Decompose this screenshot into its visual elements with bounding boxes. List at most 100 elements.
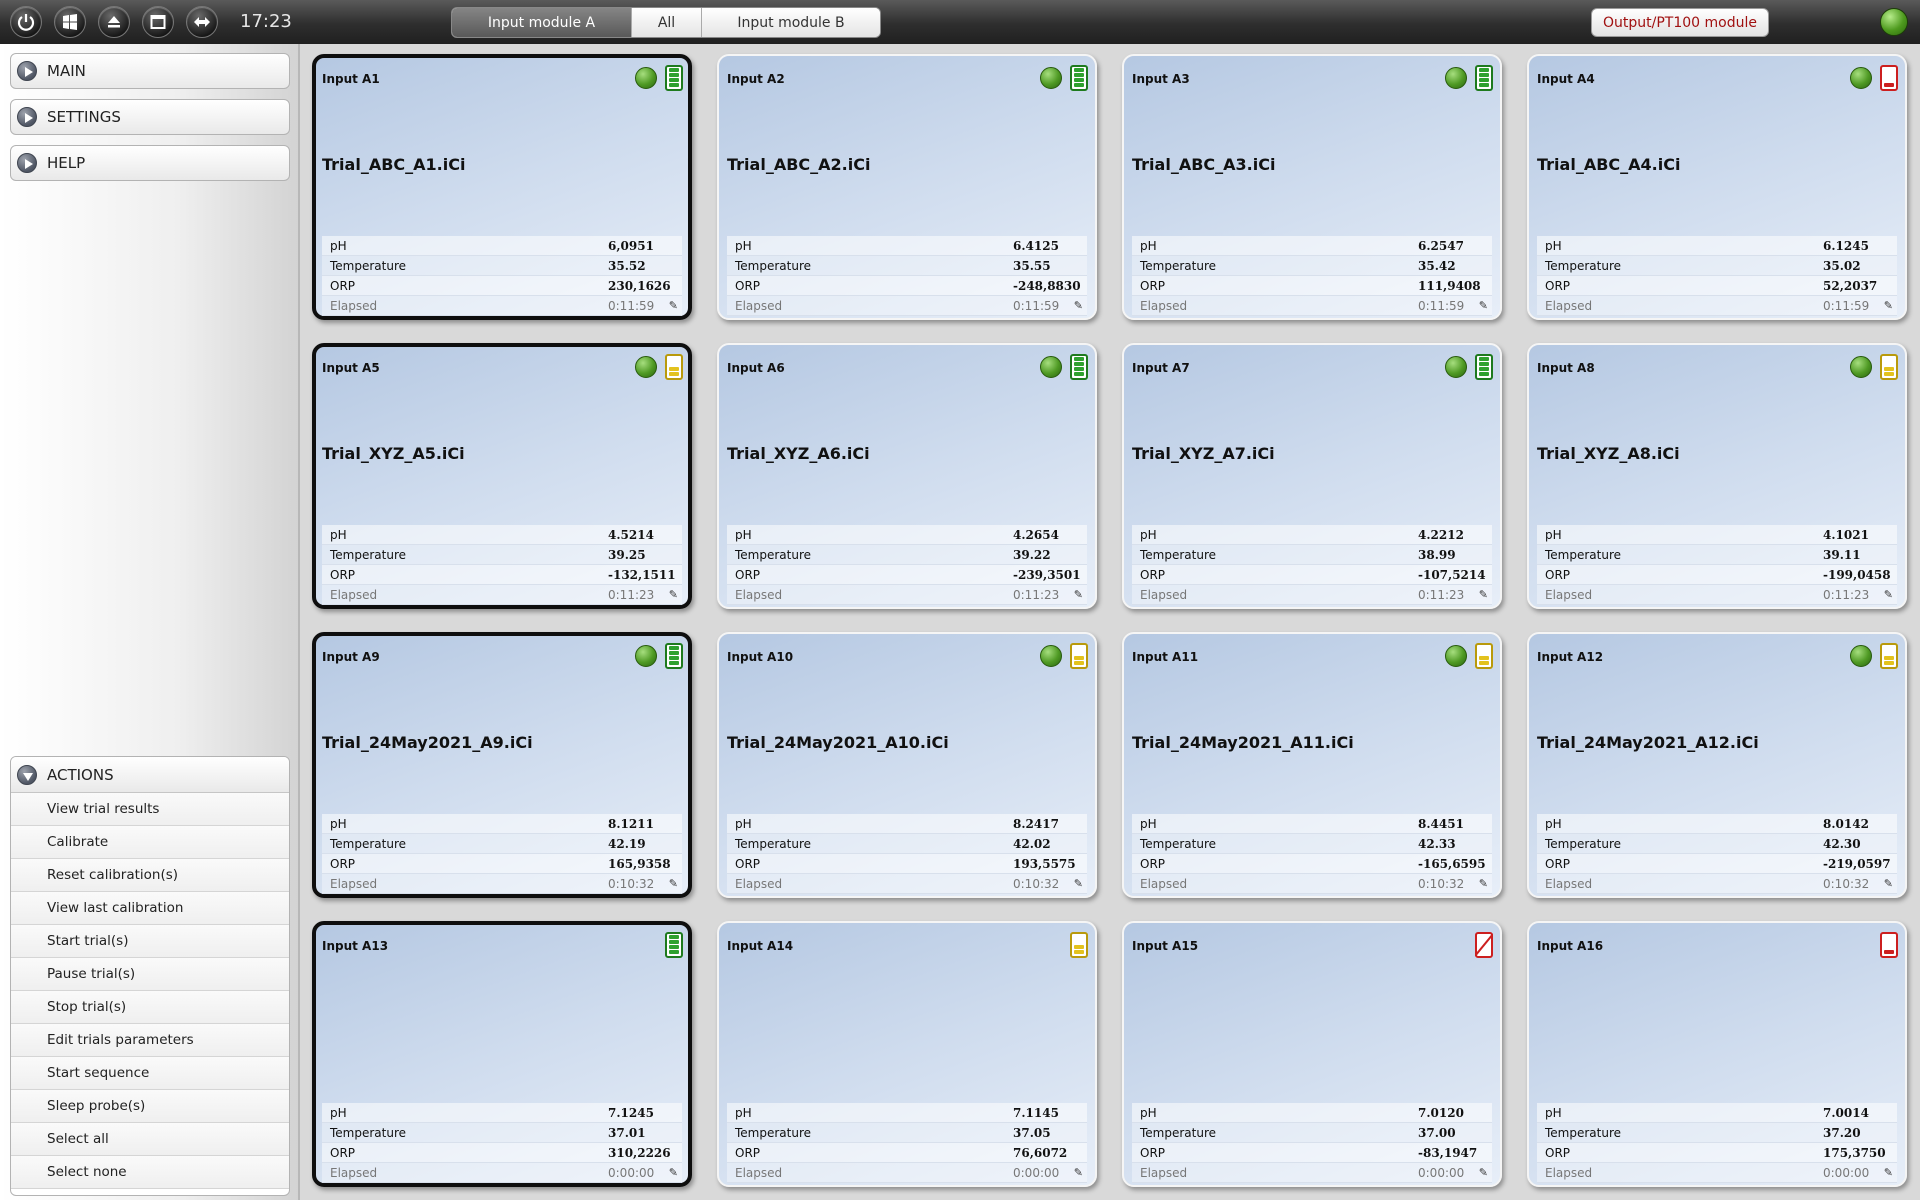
action-item[interactable]: Reset calibration(s)	[11, 859, 289, 892]
connection-led-icon	[1040, 645, 1062, 667]
edit-icon[interactable]: ✎	[1479, 877, 1488, 890]
edit-icon[interactable]: ✎	[1479, 299, 1488, 312]
action-item[interactable]: Select none	[11, 1156, 289, 1189]
windows-icon[interactable]	[54, 6, 86, 38]
tab-input-module-b[interactable]: Input module B	[702, 8, 880, 37]
orp-row: ORP 165,9358	[322, 854, 682, 874]
edit-icon[interactable]: ✎	[1074, 877, 1083, 890]
input-card[interactable]: Input A5 Trial_XYZ_A5.iCi pH 4.5214 Temper…	[312, 343, 692, 609]
edit-icon[interactable]: ✎	[669, 588, 678, 601]
connection-led-icon	[1040, 356, 1062, 378]
orp-label: ORP	[1545, 856, 1571, 871]
input-card[interactable]: Input A11 Trial_24May2021_A11.iCi pH 8.445…	[1122, 632, 1502, 898]
temperature-label: Temperature	[1140, 836, 1217, 851]
edit-icon[interactable]: ✎	[1884, 588, 1893, 601]
elapsed-label: Elapsed	[1545, 1165, 1593, 1180]
connection-led-icon	[635, 645, 657, 667]
elapsed-label: Elapsed	[1545, 876, 1593, 891]
input-card[interactable]: Input A14 pH 7.1145 Temperature 37.05 ORP 7…	[717, 921, 1097, 1187]
orp-value: -248,8830	[1013, 278, 1081, 293]
battery-icon	[665, 354, 683, 380]
elapsed-value: 0:11:23	[608, 587, 655, 602]
swap-icon[interactable]	[186, 6, 218, 38]
action-item[interactable]: View trial results	[11, 793, 289, 826]
edit-icon[interactable]: ✎	[669, 877, 678, 890]
input-card[interactable]: Input A10 Trial_24May2021_A10.iCi pH 8.241…	[717, 632, 1097, 898]
input-card[interactable]: Input A13 pH 7.1245 Temperature 37.01 ORP 3…	[312, 921, 692, 1187]
trial-file-name: Trial_ABC_A2.iCi	[727, 155, 871, 174]
edit-icon[interactable]: ✎	[1479, 1166, 1488, 1179]
eject-icon[interactable]	[98, 6, 130, 38]
action-item[interactable]: Stop trial(s)	[11, 991, 289, 1024]
input-card[interactable]: Input A2 Trial_ABC_A2.iCi pH 6.4125 Temper…	[717, 54, 1097, 320]
measurement-table: pH 6,0951 Temperature 35.52 ORP 230,1626 El…	[322, 236, 682, 316]
edit-icon[interactable]: ✎	[1074, 299, 1083, 312]
ph-row: pH 4.5214	[322, 525, 682, 545]
edit-icon[interactable]: ✎	[669, 1166, 678, 1179]
elapsed-label: Elapsed	[1140, 1165, 1188, 1180]
edit-icon[interactable]: ✎	[1884, 1166, 1893, 1179]
elapsed-value: 0:11:23	[1823, 587, 1870, 602]
temperature-row: Temperature 35.02	[1537, 256, 1897, 276]
action-item[interactable]: Calibrate	[11, 826, 289, 859]
temperature-value: 35.52	[608, 258, 646, 273]
menu-label: MAIN	[47, 62, 86, 80]
input-card[interactable]: Input A9 Trial_24May2021_A9.iCi pH 8.1211 …	[312, 632, 692, 898]
main-menu-button[interactable]: MAIN	[10, 53, 290, 89]
elapsed-label: Elapsed	[330, 298, 378, 313]
actions-header[interactable]: ACTIONS	[11, 757, 289, 793]
battery-icon	[665, 932, 683, 958]
help-menu-button[interactable]: HELP	[10, 145, 290, 181]
tab-input-module-a[interactable]: Input module A	[452, 8, 632, 37]
input-card[interactable]: Input A8 Trial_XYZ_A8.iCi pH 4.1021 Temper…	[1527, 343, 1907, 609]
tab-all[interactable]: All	[632, 8, 702, 37]
action-item[interactable]: Start sequence	[11, 1057, 289, 1090]
edit-icon[interactable]: ✎	[1074, 1166, 1083, 1179]
input-card[interactable]: Input A6 Trial_XYZ_A6.iCi pH 4.2654 Temper…	[717, 343, 1097, 609]
temperature-row: Temperature 39.25	[322, 545, 682, 565]
edit-icon[interactable]: ✎	[1884, 299, 1893, 312]
trial-file-name: Trial_ABC_A1.iCi	[322, 155, 466, 174]
temperature-label: Temperature	[1545, 547, 1622, 562]
ph-label: pH	[1545, 816, 1562, 831]
expand-arrow-icon	[17, 61, 37, 81]
settings-menu-button[interactable]: SETTINGS	[10, 99, 290, 135]
temperature-value: 35.55	[1013, 258, 1051, 273]
elapsed-row: Elapsed 0:11:59 ✎	[322, 296, 682, 316]
temperature-label: Temperature	[330, 258, 407, 273]
input-card[interactable]: Input A12 Trial_24May2021_A12.iCi pH 8.014…	[1527, 632, 1907, 898]
elapsed-value: 0:00:00	[608, 1165, 655, 1180]
connection-led-icon	[1850, 67, 1872, 89]
input-card[interactable]: Input A1 Trial_ABC_A1.iCi pH 6,0951 Temper…	[312, 54, 692, 320]
action-item[interactable]: Start trial(s)	[11, 925, 289, 958]
action-item[interactable]: Pause trial(s)	[11, 958, 289, 991]
edit-icon[interactable]: ✎	[1479, 588, 1488, 601]
action-item[interactable]: Edit trials parameters	[11, 1024, 289, 1057]
input-card[interactable]: Input A3 Trial_ABC_A3.iCi pH 6.2547 Temper…	[1122, 54, 1502, 320]
edit-icon[interactable]: ✎	[1074, 588, 1083, 601]
edit-icon[interactable]: ✎	[669, 299, 678, 312]
power-icon[interactable]	[10, 6, 42, 38]
elapsed-label: Elapsed	[1140, 587, 1188, 602]
ph-value: 6.4125	[1013, 238, 1059, 253]
input-card[interactable]: Input A7 Trial_XYZ_A7.iCi pH 4.2212 Temper…	[1122, 343, 1502, 609]
ph-label: pH	[1545, 238, 1562, 253]
edit-icon[interactable]: ✎	[1884, 877, 1893, 890]
ph-label: pH	[1140, 816, 1157, 831]
action-item[interactable]: Sleep probe(s)	[11, 1090, 289, 1123]
temperature-label: Temperature	[330, 836, 407, 851]
ph-row: pH 6.4125	[727, 236, 1087, 256]
input-card[interactable]: Input A15 pH 7.0120 Temperature 37.00 ORP -…	[1122, 921, 1502, 1187]
ph-row: pH 7.0014	[1537, 1103, 1897, 1123]
elapsed-value: 0:11:59	[1823, 298, 1870, 313]
measurement-table: pH 8.0142 Temperature 42.30 ORP -219,0597 E…	[1537, 814, 1897, 894]
temperature-label: Temperature	[330, 1125, 407, 1140]
temperature-value: 37.05	[1013, 1125, 1051, 1140]
ph-value: 4.1021	[1823, 527, 1869, 542]
action-item[interactable]: View last calibration	[11, 892, 289, 925]
input-card[interactable]: Input A16 pH 7.0014 Temperature 37.20 ORP 1…	[1527, 921, 1907, 1187]
output-module-button[interactable]: Output/PT100 module	[1591, 8, 1769, 37]
input-card[interactable]: Input A4 Trial_ABC_A4.iCi pH 6.1245 Temper…	[1527, 54, 1907, 320]
action-item[interactable]: Select all	[11, 1123, 289, 1156]
window-icon[interactable]	[142, 6, 174, 38]
